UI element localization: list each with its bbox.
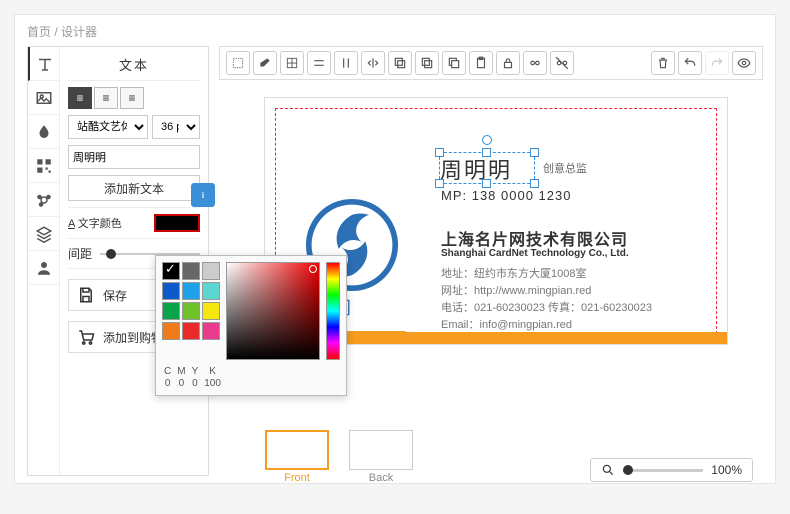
send-back-icon[interactable] (415, 51, 439, 75)
zoom-control[interactable]: 100% (590, 458, 753, 482)
align-center-button[interactable]: ≡ (94, 87, 118, 109)
panel-title: 文本 (68, 53, 200, 81)
svg-text:i: i (202, 191, 204, 200)
selected-text-element[interactable]: 周明明 (439, 152, 535, 184)
text-input[interactable] (68, 145, 200, 169)
lock-icon[interactable] (496, 51, 520, 75)
card-subtitle[interactable]: 创意总监 (543, 160, 587, 176)
add-text-button[interactable]: 添加新文本 (68, 175, 200, 201)
tool-image-icon[interactable] (28, 81, 59, 115)
paste-icon[interactable] (469, 51, 493, 75)
thumb-front[interactable]: Front (265, 430, 329, 484)
info-icon[interactable]: i (191, 183, 215, 207)
tool-shape-icon[interactable] (28, 115, 59, 149)
breadcrumb-home[interactable]: 首页 (27, 25, 51, 39)
zoom-value: 100% (711, 463, 742, 477)
color-presets (162, 262, 220, 360)
text-color-swatch[interactable] (154, 214, 200, 232)
font-select[interactable]: 站酷文艺体 (68, 115, 148, 139)
grid-icon[interactable] (280, 51, 304, 75)
color-picker[interactable]: C0 M0 Y0 K100 (155, 255, 347, 396)
top-toolbar: i (219, 46, 763, 80)
preset-color[interactable] (202, 282, 220, 300)
align-h-icon[interactable] (307, 51, 331, 75)
preset-color[interactable] (162, 282, 180, 300)
eraser-icon[interactable] (253, 51, 277, 75)
card-company-en[interactable]: Shanghai CardNet Technology Co., Ltd. (441, 248, 629, 259)
spacing-label: 间距 (68, 245, 92, 262)
card-company-cn[interactable]: 上海名片网技术有限公司 (441, 226, 628, 250)
tool-draw-icon[interactable] (28, 183, 59, 217)
flip-h-icon[interactable] (361, 51, 385, 75)
align-v-icon[interactable] (334, 51, 358, 75)
tool-text-icon[interactable] (28, 47, 59, 81)
thumb-back[interactable]: Back (349, 430, 413, 484)
preset-color[interactable] (182, 282, 200, 300)
preset-color[interactable] (182, 262, 200, 280)
cmyk-readout: C0 M0 Y0 K100 (162, 366, 340, 389)
save-icon (77, 286, 95, 304)
font-size-select[interactable]: 36 px (152, 115, 200, 139)
color-gradient[interactable] (226, 262, 320, 360)
group-icon[interactable] (523, 51, 547, 75)
preset-color[interactable] (182, 302, 200, 320)
hue-slider[interactable] (326, 262, 340, 360)
delete-icon[interactable] (651, 51, 675, 75)
zoom-slider[interactable] (623, 469, 703, 472)
preset-color[interactable] (162, 322, 180, 340)
preset-color[interactable] (202, 262, 220, 280)
color-label: 文字颜色 (78, 218, 122, 230)
preset-color[interactable] (202, 322, 220, 340)
card-info[interactable]: 地址：纽约市东方大厦1008室 网址：http://www.mingpian.r… (441, 266, 652, 334)
zoom-icon (601, 463, 615, 477)
preset-color[interactable] (182, 322, 200, 340)
copy-icon[interactable] (442, 51, 466, 75)
preset-color[interactable] (162, 302, 180, 320)
redo-icon[interactable] (705, 51, 729, 75)
undo-icon[interactable] (678, 51, 702, 75)
align-left-button[interactable]: ≡ (68, 87, 92, 109)
card-phone[interactable]: MP: 138 0000 1230 (441, 188, 571, 203)
cart-icon (77, 328, 95, 346)
rotate-handle[interactable] (482, 135, 492, 145)
preview-icon[interactable] (732, 51, 756, 75)
tool-qr-icon[interactable] (28, 149, 59, 183)
ungroup-icon[interactable] (550, 51, 574, 75)
breadcrumb-current: 设计器 (61, 25, 97, 39)
select-icon[interactable] (226, 51, 250, 75)
align-right-button[interactable]: ≡ (120, 87, 144, 109)
bring-front-icon[interactable] (388, 51, 412, 75)
tool-user-icon[interactable] (28, 251, 59, 285)
breadcrumb: 首页 / 设计器 (27, 23, 763, 40)
tool-layers-icon[interactable] (28, 217, 59, 251)
preset-color[interactable] (202, 302, 220, 320)
preset-color[interactable] (162, 262, 180, 280)
